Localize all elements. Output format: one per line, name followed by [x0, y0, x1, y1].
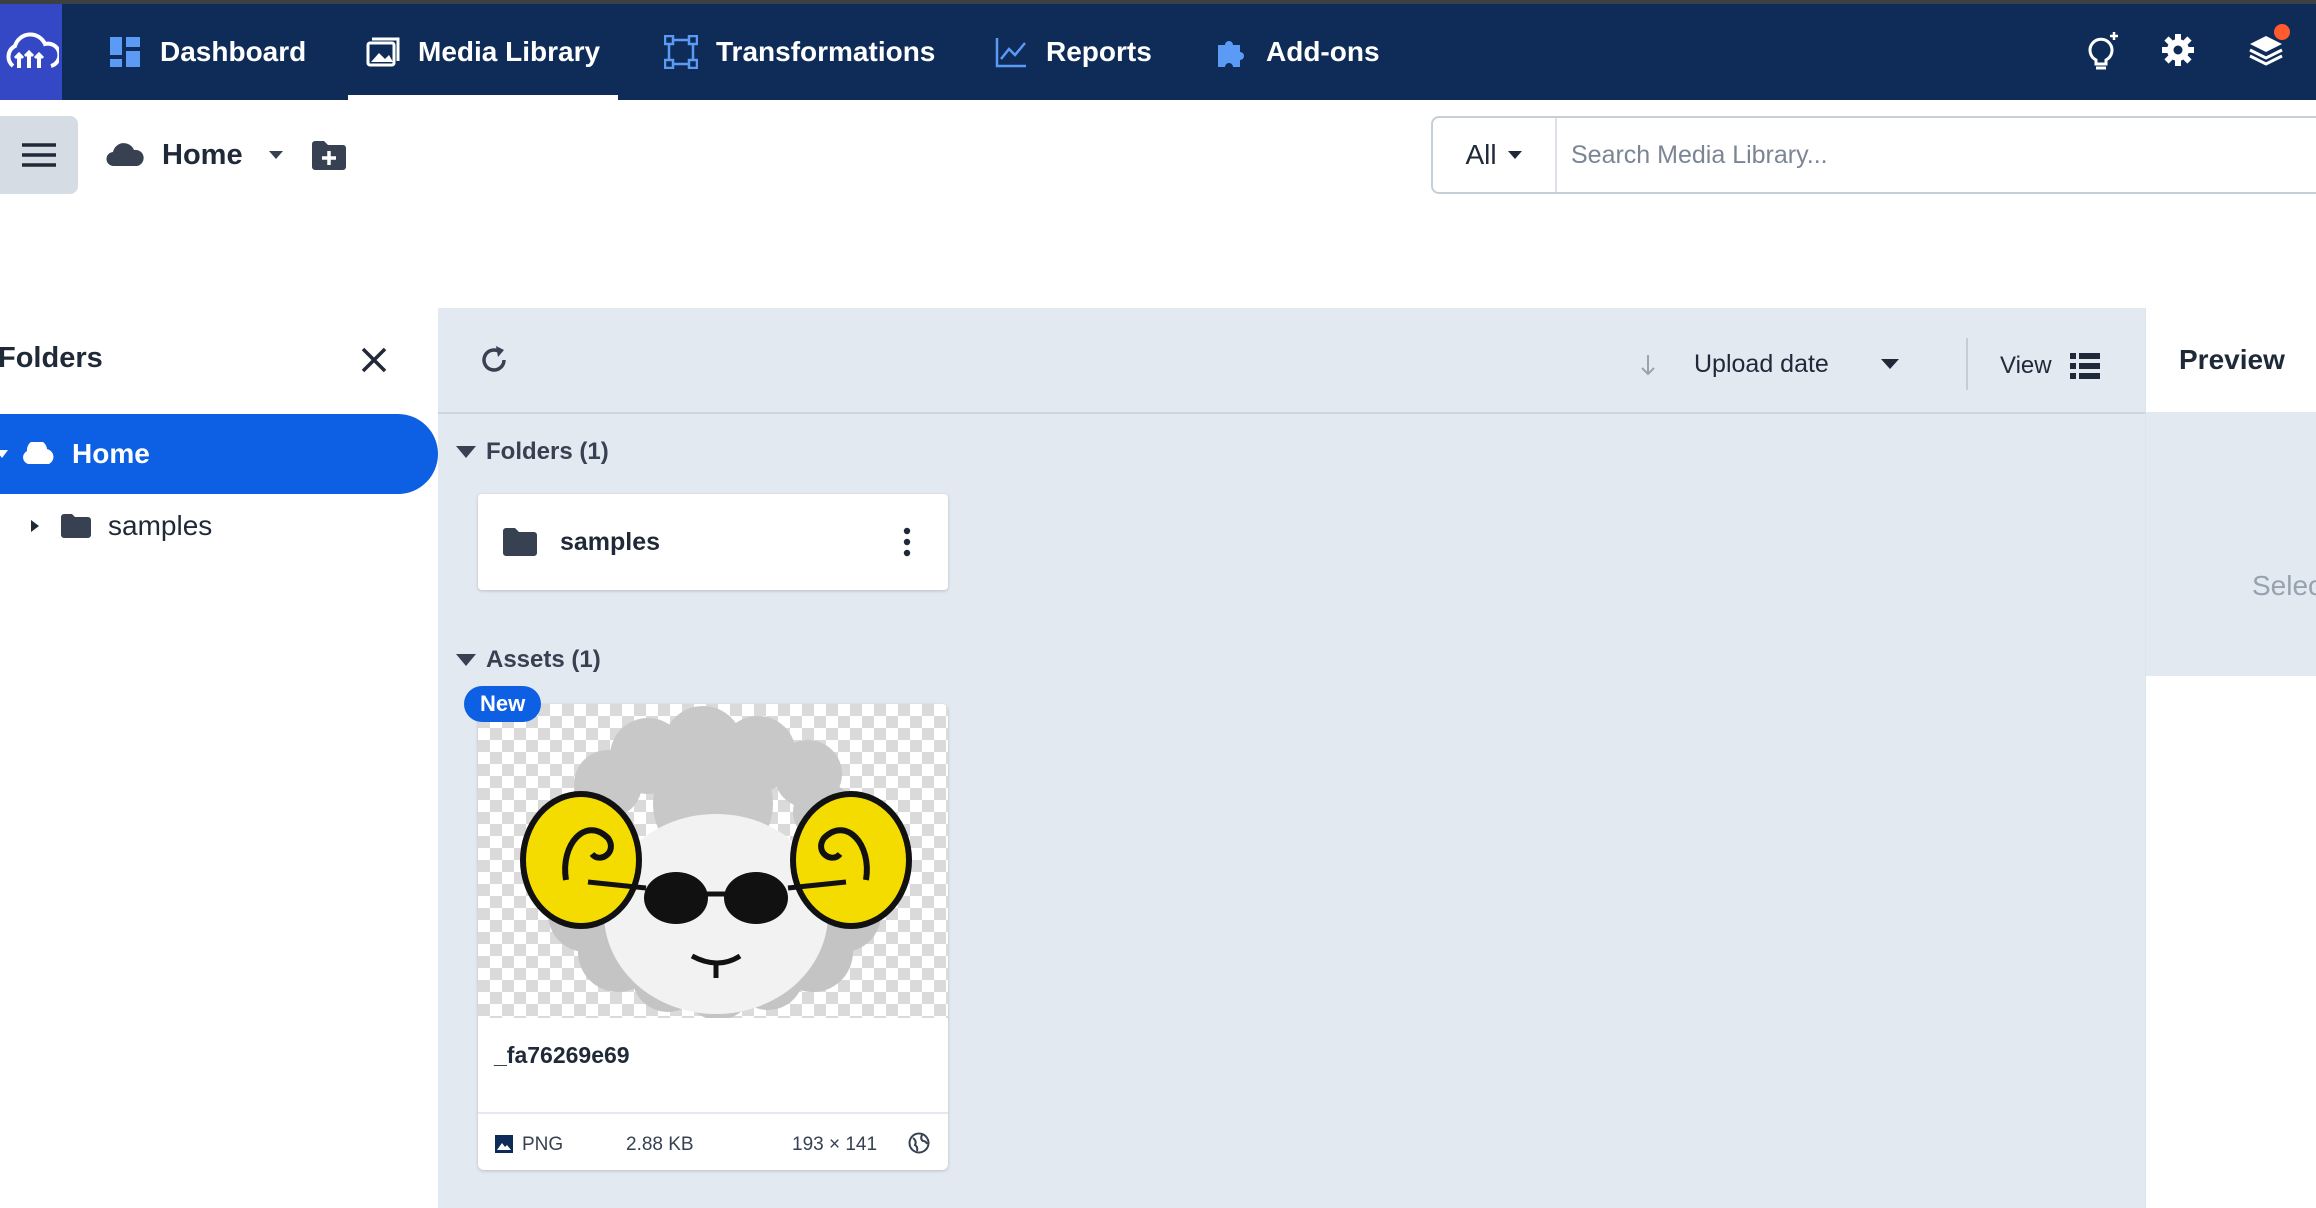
asset-card[interactable]: New _fa76269e69 PNG 2.88 KB 193 × 141 [464, 686, 948, 1172]
nav-media-library[interactable]: Media Library [347, 4, 619, 100]
more-vertical-icon[interactable] [902, 527, 912, 557]
close-folders-button[interactable] [360, 346, 388, 374]
notification-dot [2274, 24, 2290, 40]
sort-label: Upload date [1694, 349, 1829, 378]
folders-panel-title: Folders [0, 342, 103, 374]
asset-thumbnail [478, 704, 948, 1018]
new-folder-button[interactable] [310, 138, 348, 172]
view-label: View [2000, 352, 2052, 379]
breadcrumb[interactable]: Home [106, 130, 285, 180]
top-navigation: Dashboard Media Library Transformations … [0, 0, 2316, 100]
search-scope-dropdown[interactable]: All [1433, 118, 1557, 192]
view-mode-button[interactable]: View [2000, 346, 2100, 386]
media-library-icon [366, 37, 400, 67]
puzzle-icon [1218, 41, 1244, 67]
folders-section-toggle[interactable]: Folders (1) [456, 432, 609, 472]
notifications-button[interactable] [2244, 24, 2290, 72]
breadcrumb-label: Home [162, 138, 243, 171]
asset-size: 2.88 KB [626, 1134, 694, 1155]
dashboard-icon [110, 37, 140, 67]
gear-icon [2162, 34, 2194, 66]
nav-transformations-label: Transformations [716, 36, 936, 67]
nav-add-ons-label: Add-ons [1266, 36, 1380, 67]
preview-title: Preview [2179, 344, 2285, 375]
chevron-down-icon [1507, 151, 1522, 159]
folder-icon [61, 514, 91, 538]
hamburger-icon [22, 143, 56, 167]
preview-placeholder: Selec [2252, 570, 2316, 601]
image-icon [495, 1135, 513, 1153]
asset-dimensions: 193 × 141 [792, 1134, 878, 1155]
tree-item-samples-label: samples [108, 510, 213, 541]
asset-meta: PNG 2.88 KB 193 × 141 [478, 1112, 948, 1172]
nav-media-library-label: Media Library [418, 36, 601, 67]
chevron-down-icon [268, 151, 283, 159]
toggle-folders-button[interactable] [0, 116, 78, 194]
sheep-image [520, 706, 912, 1018]
assets-section-title: Assets (1) [486, 646, 601, 673]
transformations-icon [664, 35, 698, 69]
asset-format: PNG [522, 1134, 564, 1155]
preview-panel: Preview Selec [2145, 308, 2316, 1208]
refresh-button[interactable] [478, 344, 510, 376]
window-edge [0, 0, 2316, 4]
assets-section-toggle[interactable]: Assets (1) [456, 640, 601, 680]
nav-transformations[interactable]: Transformations [664, 4, 935, 100]
nav-add-ons[interactable]: Add-ons [1214, 4, 1380, 100]
tree-item-samples[interactable]: samples [0, 496, 438, 556]
caret-down-icon [456, 654, 476, 666]
search-input[interactable] [1557, 118, 2316, 192]
cloudinary-logo[interactable] [0, 4, 62, 100]
search-scope-label: All [1465, 139, 1497, 170]
chevron-down-icon [1881, 359, 1899, 369]
nav-reports-label: Reports [1046, 36, 1152, 67]
folder-plus-icon [312, 141, 346, 170]
tree-item-home-label: Home [72, 438, 150, 469]
asset-name: _fa76269e69 [494, 1042, 630, 1068]
media-toolbar: Home All [0, 100, 2316, 308]
close-icon [361, 347, 387, 373]
nav-dashboard[interactable]: Dashboard [108, 4, 306, 100]
caret-down-icon[interactable] [0, 448, 8, 460]
refresh-icon [482, 346, 506, 372]
globe-icon[interactable] [908, 1132, 930, 1154]
folder-card-samples[interactable]: samples [478, 494, 948, 590]
folders-panel: Folders Home samples [0, 308, 439, 1208]
settings-button[interactable] [2156, 28, 2200, 72]
caret-right-icon[interactable] [30, 519, 40, 533]
list-view-icon [2069, 353, 2100, 379]
tree-item-home[interactable]: Home [0, 414, 438, 494]
folders-section-title: Folders (1) [486, 438, 609, 465]
lightbulb-icon [2088, 32, 2118, 70]
media-grid-area: Upload date View Folders (1) samples Ass… [438, 308, 2145, 1208]
folder-card-name: samples [560, 527, 661, 556]
sort-direction-button[interactable] [1640, 354, 1656, 376]
search-bar: All [1431, 116, 2316, 194]
caret-down-icon [456, 446, 476, 458]
nav-dashboard-label: Dashboard [160, 36, 307, 67]
nav-reports[interactable]: Reports [994, 4, 1152, 100]
cloud-icon [23, 442, 54, 464]
sort-dropdown[interactable]: Upload date [1694, 344, 1899, 384]
new-badge: New [464, 686, 542, 722]
header-divider [1966, 338, 1968, 390]
tips-button[interactable] [2078, 28, 2122, 72]
reports-icon [995, 38, 1026, 68]
arrow-down-icon [1641, 355, 1655, 376]
cloud-icon [106, 143, 144, 167]
results-header: Upload date View [438, 308, 2145, 414]
folder-icon [503, 528, 537, 556]
cloud-logo-icon [6, 32, 59, 68]
preview-body: Selec [2146, 412, 2316, 676]
